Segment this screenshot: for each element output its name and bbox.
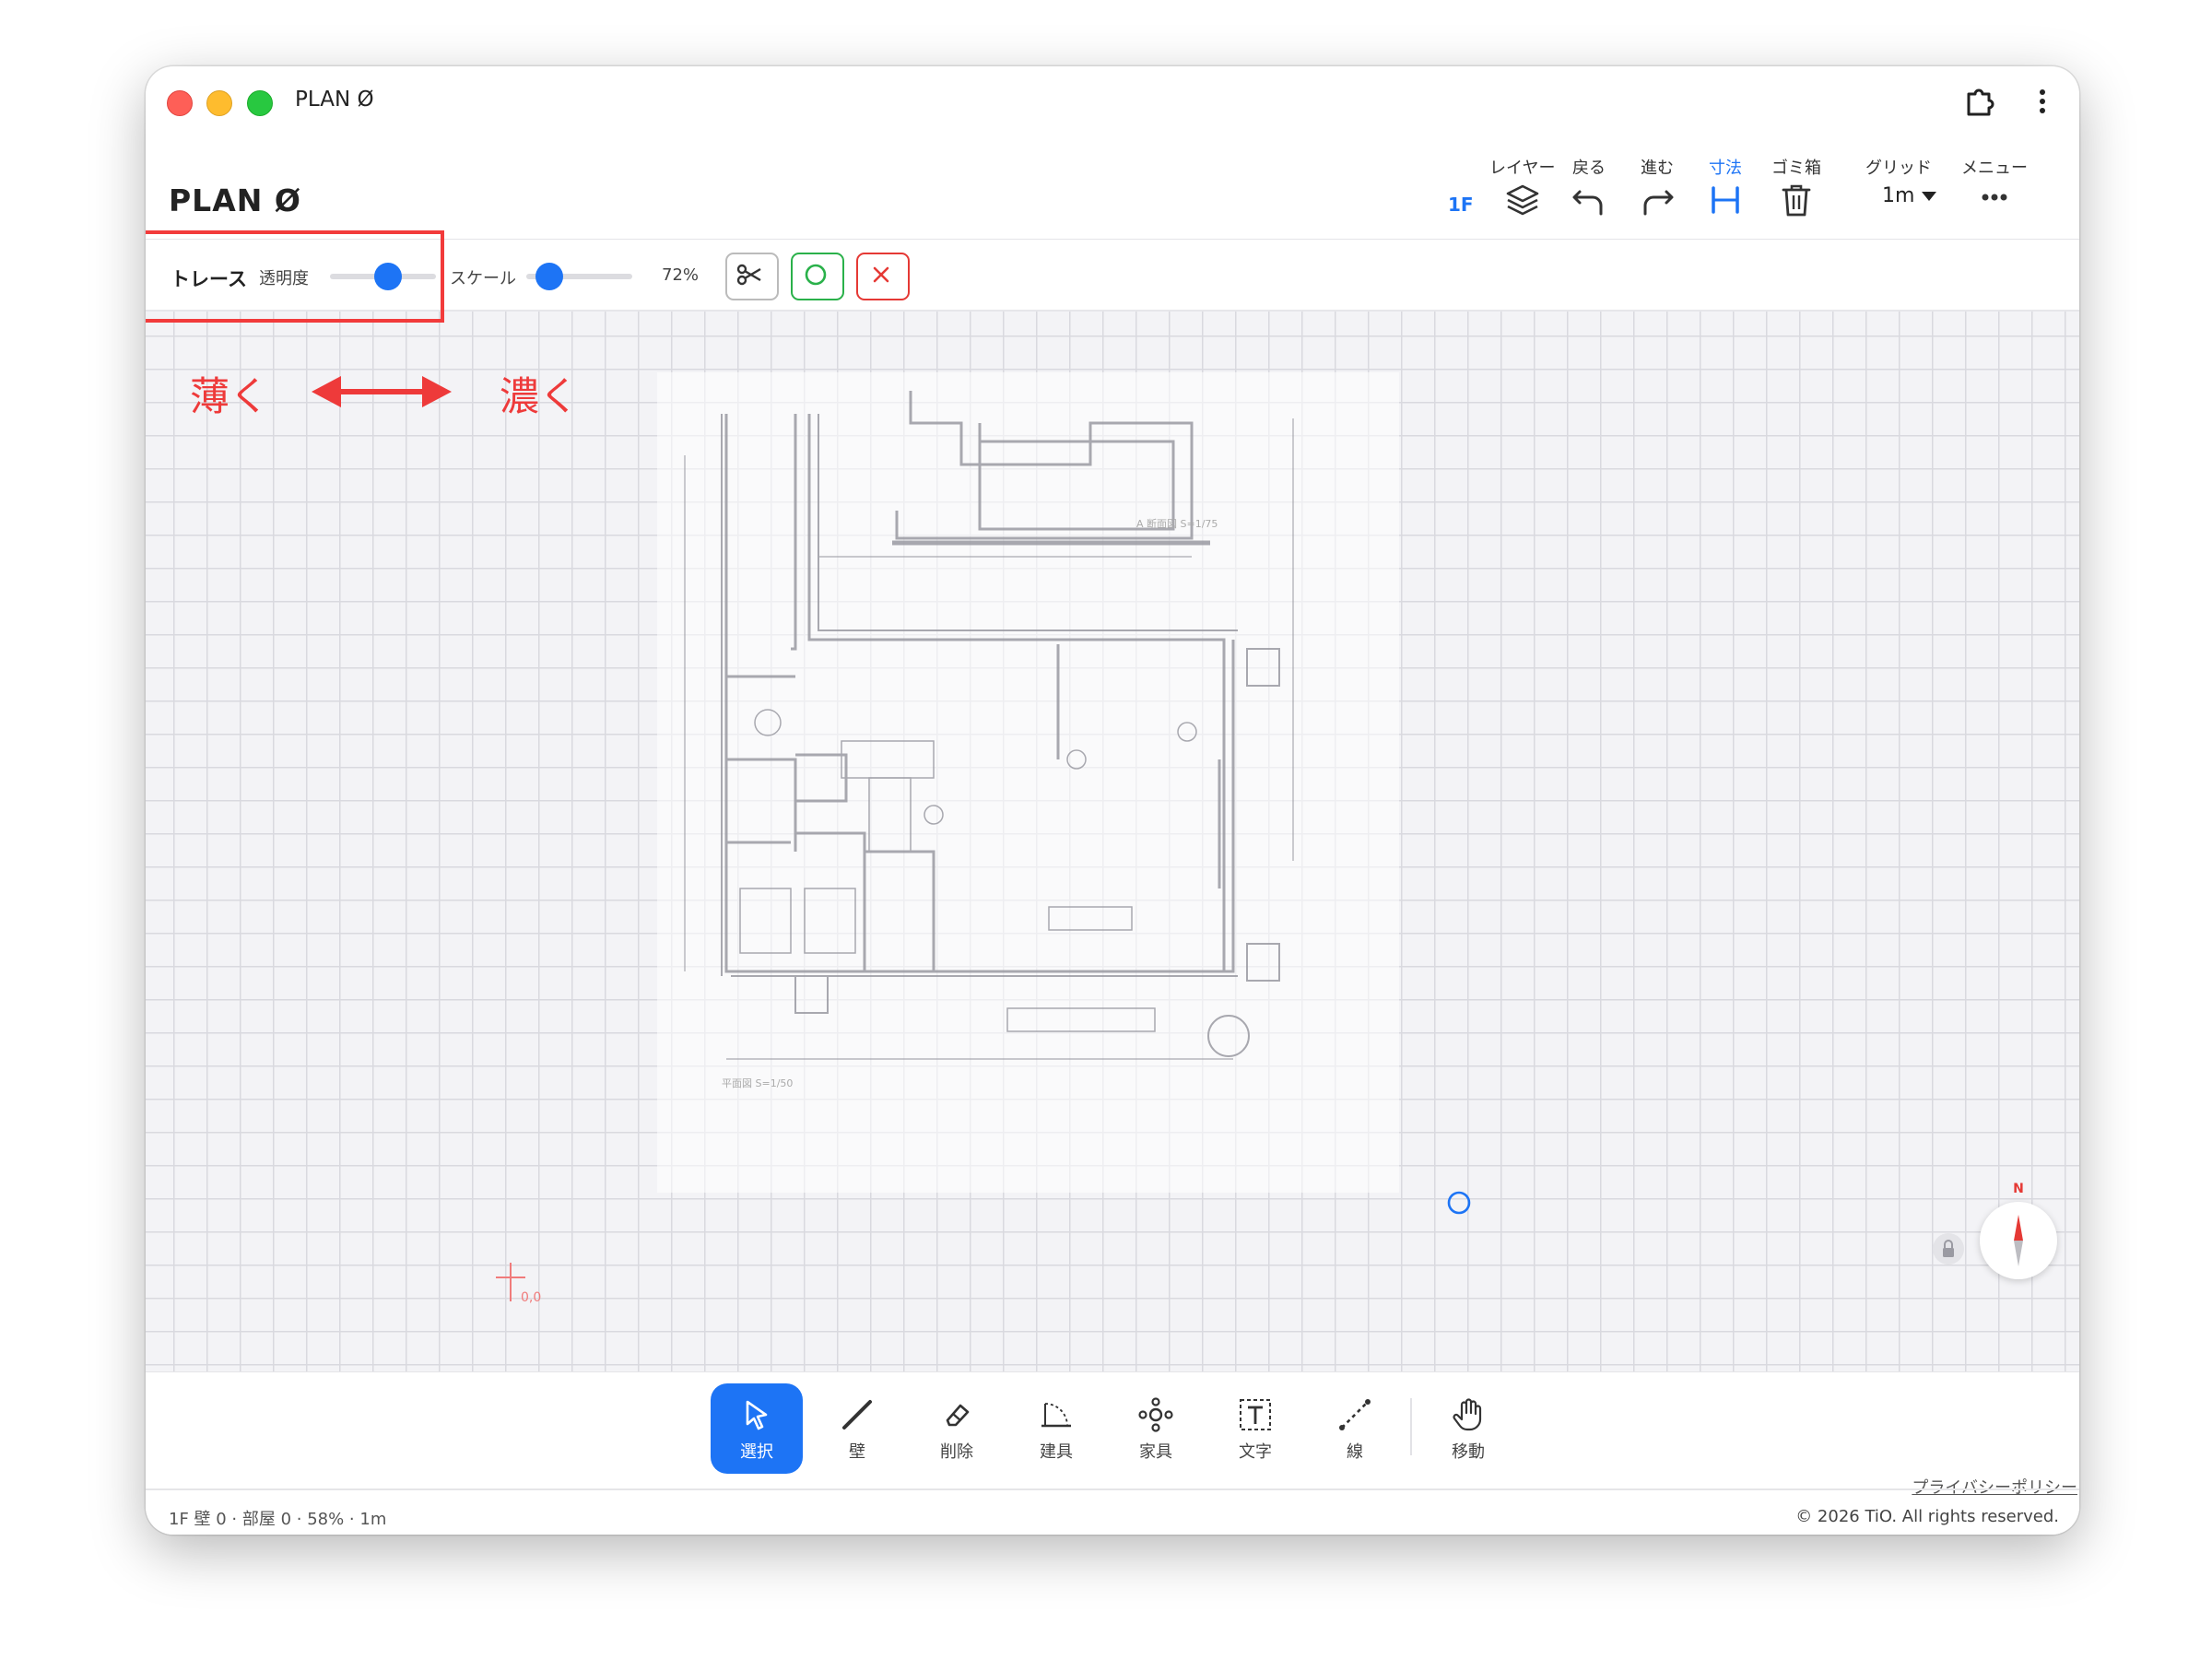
status-bar-text: 1F 壁 0 · 部屋 0 · 58% · 1m <box>169 1510 387 1529</box>
trash-icon <box>1782 184 1811 217</box>
move-tool-label: 移動 <box>1452 1442 1485 1462</box>
line-tool-label: 線 <box>1347 1442 1363 1462</box>
trash-label: ゴミ箱 <box>1771 159 1821 178</box>
circle-confirm-icon <box>805 264 827 286</box>
floorplan-drawing: A 断面図 S=1/75 平面図 S=1/50 <box>684 391 1294 1089</box>
undo-button[interactable]: 戻る <box>1571 155 1607 218</box>
lock-icon <box>1943 1240 1954 1257</box>
undo-icon <box>1572 190 1603 216</box>
text-box-icon <box>1240 1399 1271 1430</box>
delete-tool[interactable]: 削除 <box>911 1383 1003 1474</box>
grid-size-select[interactable]: 1m <box>1882 184 1937 207</box>
dimension-icon <box>1712 186 1739 214</box>
compass-north-label: N <box>2013 1182 2024 1196</box>
lock-button[interactable] <box>1933 1233 1964 1265</box>
dimension-label: 寸法 <box>1709 159 1742 178</box>
grid-size-value: 1m <box>1882 184 1915 207</box>
traced-floorplan-image: A 断面図 S=1/75 平面図 S=1/50 <box>657 372 1399 1193</box>
trash-button[interactable]: ゴミ箱 <box>1771 155 1821 218</box>
footer-divider <box>146 1488 2079 1490</box>
select-tool-label: 選択 <box>740 1442 773 1462</box>
fixture-tool-label: 建具 <box>1040 1442 1073 1462</box>
grid-label: グリッド <box>1865 159 1932 178</box>
scale-slider[interactable] <box>526 263 632 290</box>
cursor-arrow-icon <box>746 1400 768 1430</box>
wall-tool-label: 壁 <box>849 1442 865 1462</box>
close-icon <box>873 266 889 283</box>
compass-needle-icon <box>2014 1215 2023 1266</box>
close-window-button[interactable] <box>167 90 193 116</box>
dock-separator <box>1410 1398 1412 1455</box>
drawing-canvas[interactable]: A 断面図 S=1/75 平面図 S=1/50 薄く 濃く 0,0 N <box>146 312 2079 1371</box>
floor-selector[interactable]: 1F <box>1448 194 1474 216</box>
annotation-lighter: 薄く <box>190 374 269 420</box>
delete-tool-label: 削除 <box>940 1442 973 1462</box>
grid-label-wrap: グリッド <box>1865 155 1932 178</box>
text-tool-label: 文字 <box>1239 1442 1272 1462</box>
window-title: PLAN Ø <box>295 88 374 112</box>
scale-label: スケール <box>450 269 516 288</box>
layer-button[interactable]: レイヤー <box>1489 155 1555 218</box>
layers-icon <box>1506 184 1539 216</box>
privacy-policy-link[interactable]: プライバシーポリシー <box>1912 1475 2077 1499</box>
tool-dock: 選択 壁 削除 建具 家具 文字 線 移動 プライバシーポリシー © 2026 … <box>146 1371 2079 1535</box>
move-tool[interactable]: 移動 <box>1422 1383 1514 1474</box>
copyright-text: © 2026 TiO. All rights reserved. <box>1795 1507 2059 1526</box>
origin-label: 0,0 <box>521 1290 542 1305</box>
dimension-button[interactable]: 寸法 <box>1707 155 1744 218</box>
text-tool[interactable]: 文字 <box>1209 1383 1301 1474</box>
annotation-darker: 濃く <box>500 374 579 420</box>
eraser-icon <box>946 1404 970 1427</box>
chevron-down-icon <box>1922 192 1937 201</box>
furniture-tool-label: 家具 <box>1139 1442 1172 1462</box>
fixture-tool[interactable]: 建具 <box>1010 1383 1102 1474</box>
hand-icon <box>1453 1398 1482 1431</box>
double-arrow-icon <box>312 376 452 407</box>
redo-icon <box>1643 190 1674 216</box>
menu-label: メニュー <box>1961 159 2028 178</box>
confirm-trace-button[interactable] <box>791 253 844 300</box>
select-tool[interactable]: 選択 <box>711 1383 803 1474</box>
remove-trace-button[interactable] <box>856 253 910 300</box>
line-tool[interactable]: 線 <box>1309 1383 1401 1474</box>
scissors-icon <box>736 264 761 286</box>
redo-button[interactable]: 進む <box>1639 155 1676 218</box>
wall-tool[interactable]: 壁 <box>811 1383 903 1474</box>
compass-button[interactable] <box>1980 1202 2057 1279</box>
furniture-nodes-icon <box>1138 1397 1173 1432</box>
scale-percent: 72% <box>662 265 700 285</box>
furniture-tool[interactable]: 家具 <box>1110 1383 1202 1474</box>
minimize-window-button[interactable] <box>206 90 232 116</box>
window-titlebar: PLAN Ø <box>146 66 2079 135</box>
ellipsis-icon <box>1982 194 2007 201</box>
zoom-window-button[interactable] <box>247 90 273 116</box>
section-title: A 断面図 S=1/75 <box>1136 517 1218 530</box>
door-arc-icon <box>1041 1403 1071 1428</box>
more-options-icon[interactable] <box>2031 81 2053 122</box>
dashed-line-icon <box>1339 1399 1371 1430</box>
app-window: PLAN Ø PLAN Ø 1F レイヤー 戻る 進む 寸法 ゴミ箱 グリッド … <box>146 66 2079 1535</box>
plan-title: 平面図 S=1/50 <box>722 1077 793 1089</box>
menu-button[interactable]: メニュー <box>1961 155 2028 210</box>
trace-highlight-box <box>146 230 444 323</box>
redo-label: 進む <box>1641 159 1674 178</box>
layer-label: レイヤー <box>1489 159 1556 178</box>
app-title: PLAN Ø <box>169 182 301 218</box>
pen-line-icon <box>842 1400 872 1430</box>
scale-slider-knob[interactable] <box>535 263 564 290</box>
cursor-circle-marker <box>1447 1191 1471 1215</box>
undo-label: 戻る <box>1572 159 1606 178</box>
crop-button[interactable] <box>725 253 779 300</box>
extension-icon[interactable] <box>1961 83 1998 120</box>
